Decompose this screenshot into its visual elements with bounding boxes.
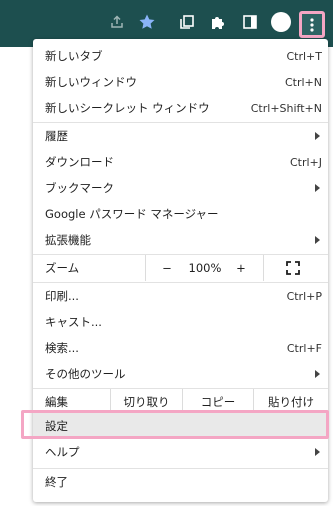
menu-item-label: 拡張機能 [45,233,91,247]
menu-item-label: 新しいタブ [45,49,103,63]
menu-item-shortcut: Ctrl+Shift+N [250,101,322,115]
star-icon[interactable] [133,8,161,36]
menu-item-downloads[interactable]: ダウンロード Ctrl+J [33,149,328,175]
menu-item-shortcut: Ctrl+F [286,341,322,355]
menu-item-print[interactable]: 印刷... Ctrl+P [33,283,328,309]
menu-item-exit[interactable]: 終了 [33,469,328,495]
zoom-value: 100% [188,261,222,275]
zoom-divider [263,255,264,281]
menu-item-help[interactable]: ヘルプ [33,439,328,465]
zoom-out-button[interactable]: − [155,255,179,281]
menu-item-label: その他のツール [45,367,126,381]
menu-item-shortcut: Ctrl+P [286,289,322,303]
menu-item-label: 検索... [45,341,79,355]
menu-item-label: キャスト... [45,315,102,329]
side-panel-icon[interactable] [236,8,264,36]
menu-item-label: ダウンロード [45,155,114,169]
menu-item-shortcut: Ctrl+T [286,49,322,63]
zoom-level: 100% [183,255,227,281]
cut-label: 切り取り [123,395,170,409]
submenu-arrow-icon [315,370,320,378]
tab-search-icon[interactable] [173,8,201,36]
menu-item-label: Google パスワード マネージャー [45,207,219,221]
more-vert-icon[interactable] [299,11,325,38]
profile-icon[interactable] [267,8,295,36]
share-icon[interactable] [103,8,131,36]
fullscreen-icon [286,261,300,275]
menu-item-label: 新しいシークレット ウィンドウ [45,101,210,115]
menu-item-bookmarks[interactable]: ブックマーク [33,175,328,201]
menu-item-label: 履歴 [45,129,68,143]
copy-label: コピー [200,395,236,409]
fullscreen-button[interactable] [281,255,305,281]
menu-item-label: 新しいウィンドウ [45,75,137,89]
menu-item-label: ヘルプ [45,445,80,459]
zoom-in-label: + [236,261,246,275]
menu-item-extensions[interactable]: 拡張機能 [33,227,328,253]
settings-highlight-box [21,410,329,439]
extensions-icon[interactable] [204,8,232,36]
paste-label: 貼り付け [268,395,314,409]
zoom-out-label: − [162,261,172,275]
menu-item-label: ブックマーク [45,181,114,195]
submenu-arrow-icon [315,448,320,456]
menu-item-label: 終了 [45,475,68,489]
menu-item-cast[interactable]: キャスト... [33,309,328,335]
zoom-divider [145,255,146,281]
menu-item-new-tab[interactable]: 新しいタブ Ctrl+T [33,43,328,69]
zoom-in-button[interactable]: + [229,255,253,281]
menu-item-password-manager[interactable]: Google パスワード マネージャー [33,201,328,227]
menu-item-label: 印刷... [45,289,79,303]
menu-item-find[interactable]: 検索... Ctrl+F [33,335,328,361]
submenu-arrow-icon [315,132,320,140]
zoom-label: ズーム [45,261,80,275]
menu-item-history[interactable]: 履歴 [33,123,328,149]
menu-row-zoom: ズーム − 100% + [33,255,328,281]
menu-item-more-tools[interactable]: その他のツール [33,361,328,387]
submenu-arrow-icon [315,184,320,192]
menu-item-shortcut: Ctrl+N [284,75,322,89]
edit-label: 編集 [45,395,68,409]
menu-item-shortcut: Ctrl+J [289,155,322,169]
submenu-arrow-icon [315,236,320,244]
menu-item-new-window[interactable]: 新しいウィンドウ Ctrl+N [33,69,328,95]
menu-item-new-incognito[interactable]: 新しいシークレット ウィンドウ Ctrl+Shift+N [33,95,328,121]
